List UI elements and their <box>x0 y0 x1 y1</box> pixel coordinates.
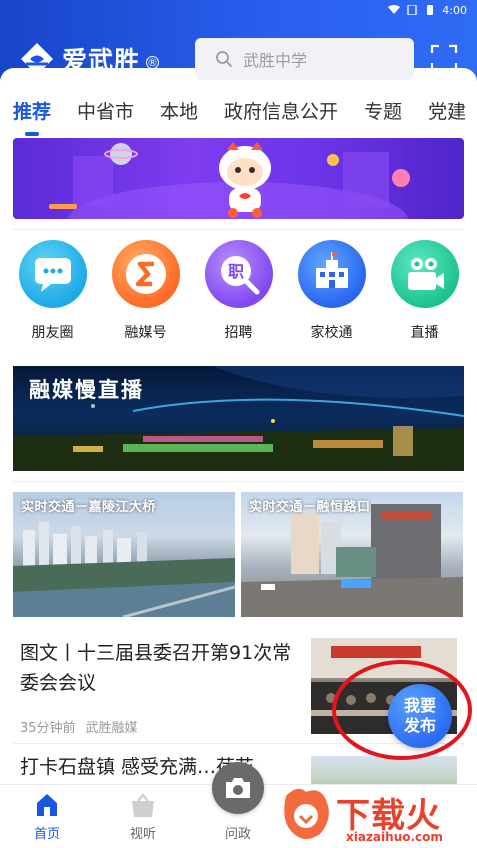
divider <box>13 229 464 230</box>
mascot-illustration <box>49 142 410 219</box>
tab-special[interactable]: 专题 <box>351 92 415 136</box>
news-time: 35分钟前 <box>20 721 76 736</box>
search-bar[interactable]: 武胜中学 <box>195 38 414 80</box>
nav-audio-video[interactable]: 视听 <box>113 791 173 842</box>
news-source: 武胜融媒 <box>85 721 138 736</box>
tab-province-city[interactable]: 中省市 <box>64 92 147 136</box>
news-title: 图文丨十三届县委召开第91次常委会会议 <box>20 642 292 694</box>
search-placeholder: 武胜中学 <box>243 51 308 70</box>
school-building-icon <box>297 240 366 308</box>
publish-button[interactable]: 我要 发布 <box>388 684 452 748</box>
camera-icon <box>226 778 250 798</box>
tab-party[interactable]: 党建 <box>415 92 477 136</box>
cam-title: 实时交通－嘉陵江大桥 <box>21 500 157 515</box>
news-thumbnail <box>311 756 457 785</box>
chat-bubble-icon <box>18 240 87 308</box>
news-meta: 35分钟前 武胜融媒 <box>20 717 138 736</box>
tab-gov-info[interactable]: 政府信息公开 <box>211 92 351 136</box>
sim-icon <box>407 5 417 15</box>
promo-banner[interactable] <box>13 138 464 219</box>
divider <box>13 481 464 482</box>
battery-icon <box>427 5 434 15</box>
job-search-icon: 职 <box>204 240 273 308</box>
publish-label-line1: 我要 <box>403 696 436 715</box>
watermark: 下载火 xiazaihuo.com <box>276 782 476 846</box>
nav-home[interactable]: 首页 <box>17 791 77 842</box>
news-title: 打卡石盘镇 感受充满…荷花 <box>20 756 255 778</box>
entry-label: 招聘 <box>224 325 253 341</box>
entry-jobs[interactable]: 职 招聘 <box>199 240 279 350</box>
status-bar: 4:00 <box>388 0 467 20</box>
search-icon <box>216 51 232 67</box>
tab-local[interactable]: 本地 <box>147 92 211 136</box>
live-banner-title: 融媒慢直播 <box>29 377 144 402</box>
entry-media[interactable]: 融媒号 <box>106 240 186 350</box>
nav-label: 问政 <box>224 827 251 842</box>
entry-friends[interactable]: 朋友圈 <box>13 240 93 350</box>
entry-school[interactable]: 家校通 <box>292 240 372 350</box>
status-time: 4:00 <box>442 3 467 17</box>
divider <box>13 743 464 744</box>
nav-label: 首页 <box>33 827 60 842</box>
channel-tabs: 推荐 中省市 本地 政府信息公开 专题 党建 <box>0 92 477 136</box>
home-icon <box>37 794 57 816</box>
tv-icon <box>132 793 154 817</box>
camera-live-icon <box>390 240 459 308</box>
live-stream-banner[interactable]: 融媒慢直播 <box>13 366 464 471</box>
camera-button[interactable] <box>212 762 264 814</box>
nav-label: 视听 <box>129 827 156 842</box>
publish-label-line2: 发布 <box>403 716 436 735</box>
registered-mark: ® <box>146 55 160 69</box>
svg-text:职: 职 <box>227 262 243 281</box>
flame-logo-icon <box>284 788 329 839</box>
entry-label: 融媒号 <box>124 325 167 341</box>
entry-live[interactable]: 直播 <box>385 240 465 350</box>
entry-label: 朋友圈 <box>31 325 74 341</box>
media-s-icon <box>111 240 180 308</box>
wifi-icon <box>388 5 401 14</box>
traffic-cam-rongheng-road[interactable]: 实时交通－融恒路口 <box>241 492 463 617</box>
traffic-cam-jialingjiang-bridge[interactable]: 实时交通－嘉陵江大桥 <box>13 492 235 617</box>
entry-label: 直播 <box>410 325 439 341</box>
quick-entries: 朋友圈 融媒号 职 招聘 家校通 直播 <box>0 240 477 350</box>
watermark-url: xiazaihuo.com <box>346 830 443 844</box>
entry-label: 家校通 <box>310 325 353 341</box>
tab-recommend[interactable]: 推荐 <box>0 92 64 136</box>
scan-icon[interactable] <box>430 44 458 72</box>
cam-title: 实时交通－融恒路口 <box>249 500 371 515</box>
